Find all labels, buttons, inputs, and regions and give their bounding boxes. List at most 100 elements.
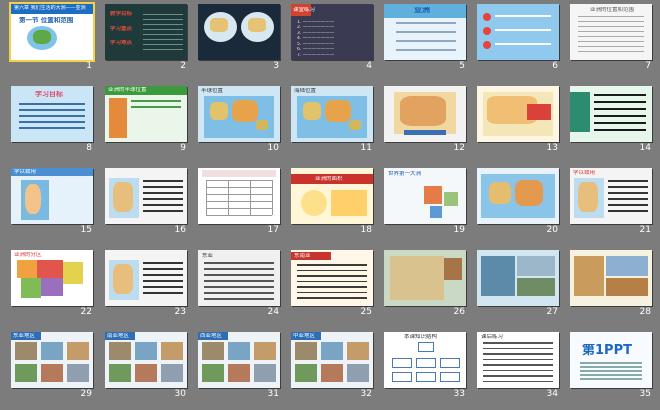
- slide-text: 学以致用: [14, 169, 37, 175]
- slide-shape: [131, 100, 181, 102]
- slide-shape: [143, 10, 183, 54]
- slide-shape: [41, 342, 63, 360]
- slide-shape: [204, 286, 274, 288]
- slide-thumbnail-18[interactable]: 亚洲的面积 18: [291, 168, 373, 235]
- slide-shape: [19, 109, 85, 111]
- slide-text: 学习目标: [35, 91, 63, 97]
- slide-shape: [297, 280, 367, 282]
- slide-shape: [254, 364, 276, 382]
- slide-shape: [578, 31, 644, 32]
- slide-thumbnail-11[interactable]: 海陆位置 11: [291, 86, 373, 153]
- slide-thumbnail-25[interactable]: 东南亚 25: [291, 250, 373, 317]
- slide-shape: [331, 190, 367, 216]
- slide-number: 20: [546, 225, 558, 235]
- slide-preview: [384, 250, 466, 306]
- slide-shape: [392, 358, 412, 368]
- slide-thumbnail-23[interactable]: 23: [105, 250, 187, 317]
- slide-number: 3: [273, 61, 279, 71]
- slide-shape: [489, 182, 511, 204]
- slide-thumbnail-7[interactable]: 亚洲的位置和范围 7: [570, 4, 652, 71]
- slide-thumbnail-33[interactable]: 本课知识结构 33: [384, 332, 466, 399]
- slide-shape: [594, 94, 646, 96]
- slide-shape: [594, 115, 646, 117]
- slide-shape: [347, 342, 369, 360]
- slide-shape: [202, 342, 224, 360]
- slide-preview: 亚洲的位置和范围: [570, 4, 652, 60]
- slide-preview: 本课知识结构: [384, 332, 466, 388]
- slide-shape: [143, 274, 183, 276]
- slide-thumbnail-16[interactable]: 16: [105, 168, 187, 235]
- slide-thumbnail-22[interactable]: 亚洲的分区 22: [11, 250, 93, 317]
- slide-thumbnail-32[interactable]: 中亚地区 32: [291, 332, 373, 399]
- slide-preview: [570, 86, 652, 142]
- slide-shape: [135, 364, 157, 382]
- slide-thumbnail-26[interactable]: 26: [384, 250, 466, 317]
- slide-number: 9: [180, 143, 186, 153]
- slide-shape: [608, 192, 648, 194]
- slide-thumbnail-35[interactable]: 第1PPT 35: [570, 332, 652, 399]
- slide-preview: [105, 250, 187, 306]
- slide-thumbnail-2[interactable]: 教学目标 学习重点 学习难点 2: [105, 4, 187, 71]
- slide-shape: [21, 278, 41, 298]
- slide-shape: [204, 262, 274, 264]
- slide-shape: [594, 108, 646, 110]
- slide-thumbnail-19[interactable]: 世界第一大洲 19: [384, 168, 466, 235]
- slide-shape: [135, 342, 157, 360]
- slide-number: 25: [360, 307, 372, 317]
- slide-thumbnail-8[interactable]: 学习目标 8: [11, 86, 93, 153]
- slide-shape: [580, 378, 642, 380]
- slide-shape: [33, 30, 51, 44]
- slide-shape: [206, 187, 272, 188]
- slide-shape: [440, 358, 460, 368]
- slide-thumbnail-5[interactable]: 亚洲 5: [384, 4, 466, 71]
- slide-number: 24: [267, 307, 279, 317]
- slide-shape: [527, 104, 551, 120]
- slide-thumbnail-21[interactable]: 学以致用 21: [570, 168, 652, 235]
- slide-shape: [404, 130, 446, 135]
- slide-thumbnail-34[interactable]: 课后练习 34: [477, 332, 559, 399]
- slide-number: 2: [180, 61, 186, 71]
- slide-preview: 学习目标: [11, 86, 93, 142]
- slide-thumbnail-24[interactable]: 东亚 24: [198, 250, 280, 317]
- slide-shape: [143, 210, 183, 212]
- slide-shape: [228, 342, 250, 360]
- slide-shape: [578, 21, 644, 22]
- slide-thumbnail-13[interactable]: 13: [477, 86, 559, 153]
- slide-shape: [143, 186, 183, 188]
- slide-thumbnail-28[interactable]: 28: [570, 250, 652, 317]
- slide-thumbnail-15[interactable]: 学以致用 15: [11, 168, 93, 235]
- slide-text: 第六章 我们生活的大洲——亚洲: [14, 5, 86, 11]
- slide-shape: [349, 120, 361, 130]
- slide-shape: [228, 364, 250, 382]
- slide-thumbnail-29[interactable]: 东亚地区 29: [11, 332, 93, 399]
- slide-number: 4: [366, 61, 372, 71]
- slide-shape: [204, 268, 274, 270]
- slide-thumbnail-30[interactable]: 南亚地区 30: [105, 332, 187, 399]
- slide-thumbnail-9[interactable]: 亚洲的半球位置 9: [105, 86, 187, 153]
- slide-shape: [483, 353, 553, 355]
- slide-preview: [105, 168, 187, 224]
- slide-thumbnail-12[interactable]: 12: [384, 86, 466, 153]
- slide-number: 8: [86, 143, 92, 153]
- slide-shape: [483, 342, 553, 344]
- slide-shape: [143, 292, 183, 294]
- slide-thumbnail-27[interactable]: 27: [477, 250, 559, 317]
- slide-thumbnail-1[interactable]: 第六章 我们生活的大洲——亚洲 第一节 位置和范围 1: [9, 2, 95, 71]
- slide-thumbnail-6[interactable]: 6: [477, 4, 559, 71]
- slide-shape: [297, 264, 367, 266]
- slide-thumbnail-20[interactable]: 20: [477, 168, 559, 235]
- slide-preview: 西亚地区: [198, 332, 280, 388]
- slide-number: 7: [645, 61, 651, 71]
- slide-number: 6: [552, 61, 558, 71]
- slide-thumbnail-31[interactable]: 西亚地区 31: [198, 332, 280, 399]
- slide-thumbnail-4[interactable]: 课堂练习 1. ——————— 2. ——————— 3. ——————— 4. ———…: [291, 4, 373, 71]
- slide-thumbnail-3[interactable]: 3: [198, 4, 280, 71]
- slide-thumbnail-14[interactable]: 14: [570, 86, 652, 153]
- slide-thumbnail-10[interactable]: 半球位置 10: [198, 86, 280, 153]
- slide-preview: [477, 168, 559, 224]
- slide-thumbnail-17[interactable]: 17: [198, 168, 280, 235]
- slide-shape: [483, 27, 491, 35]
- slide-number: 26: [453, 307, 465, 317]
- slide-shape: [143, 262, 183, 264]
- slide-number: 17: [267, 225, 279, 235]
